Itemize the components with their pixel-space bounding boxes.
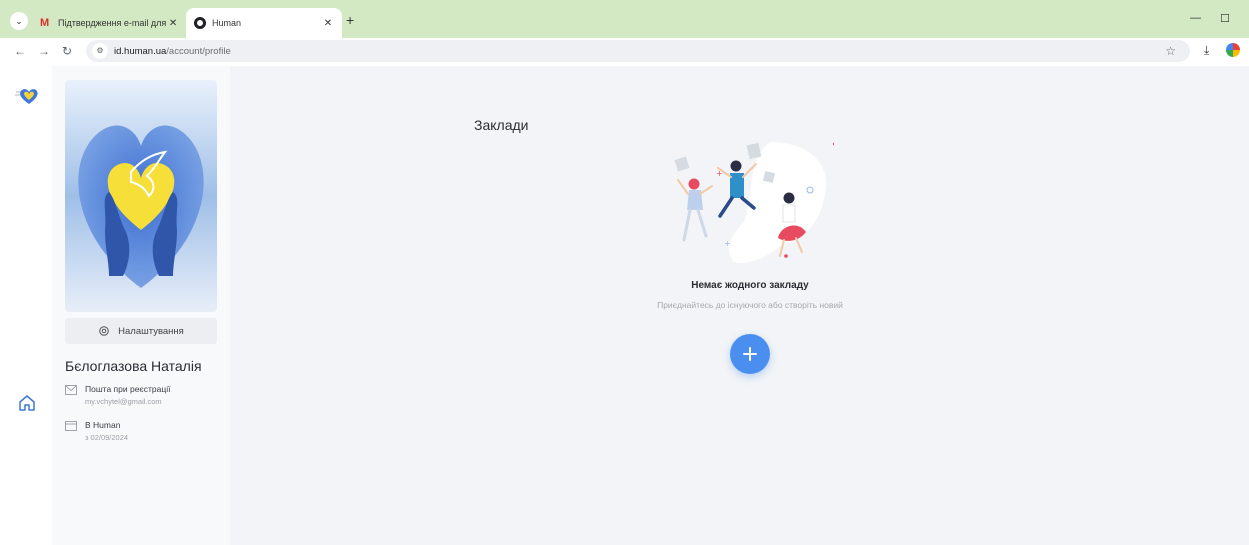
settings-label: Налаштування [118, 325, 184, 337]
close-tab-icon[interactable]: ✕ [166, 18, 180, 29]
joined-info: В Human з 02/09/2024 [65, 420, 128, 444]
human-favicon-icon [194, 17, 206, 29]
svg-text:+: + [724, 239, 731, 248]
plus-icon [743, 347, 757, 361]
tab-search-icon[interactable]: ⌄ [10, 12, 28, 30]
mail-icon [65, 385, 77, 395]
joined-value: з 02/09/2024 [85, 433, 129, 442]
forward-icon[interactable]: → [38, 43, 50, 59]
home-icon[interactable] [18, 394, 36, 412]
user-name: Бєлоглазова Наталія [65, 358, 202, 374]
address-bar[interactable]: ⚙ id.human.ua/account/profile ☆ [86, 40, 1190, 62]
settings-button[interactable]: Налаштування [65, 318, 217, 344]
url-path: /account/profile [166, 45, 231, 57]
tab-title: Human [212, 18, 242, 28]
profile-cover-image [65, 80, 217, 312]
joined-label: В Human [85, 420, 121, 430]
empty-state-subtitle: Приєднайтесь до існуючого або створіть н… [657, 300, 843, 310]
close-tab-icon[interactable]: ✕ [320, 18, 336, 29]
maximize-icon[interactable]: ☐ [1220, 12, 1230, 25]
page-title: Заклади [474, 117, 529, 133]
minimize-icon[interactable]: — [1190, 12, 1201, 24]
profile-panel: Налаштування Бєлоглазова Наталія Пошта п… [52, 66, 230, 545]
empty-state-illustration: + + [674, 142, 834, 263]
tab-human[interactable]: Human ✕ [186, 8, 342, 38]
email-info: Пошта при реєстрації my.vchytel@gmail.co… [65, 384, 171, 408]
main-content: Заклади + + Немає жодного закладу Приєдн… [230, 66, 1249, 545]
extension-logo-icon [1226, 43, 1240, 57]
url-host: id.human.ua [114, 45, 167, 57]
human-heart-logo-icon[interactable] [14, 86, 38, 106]
download-icon[interactable]: ⤓ [1204, 43, 1209, 57]
browser-tabstrip: ⌄ M Підтвердження e-mail для реє ✕ Human… [0, 0, 1249, 38]
email-label: Пошта при реєстрації [85, 384, 171, 394]
page: Налаштування Бєлоглазова Наталія Пошта п… [0, 66, 1249, 545]
gear-icon [99, 326, 109, 336]
empty-state-title: Немає жодного закладу [691, 280, 809, 291]
bookmark-star-icon[interactable]: ☆ [1165, 44, 1176, 58]
calendar-icon [65, 421, 77, 431]
site-info-icon[interactable]: ⚙ [92, 43, 108, 59]
tab-gmail[interactable]: M Підтвердження e-mail для реє ✕ [34, 8, 186, 38]
new-tab-icon[interactable]: + [346, 13, 354, 27]
add-institution-button[interactable] [730, 334, 770, 374]
extension-icon[interactable] [1226, 43, 1240, 57]
reload-icon[interactable]: ↻ [62, 43, 72, 59]
back-icon[interactable]: ← [14, 43, 26, 59]
gmail-icon: M [40, 17, 50, 29]
tab-title: Підтвердження e-mail для реє [58, 18, 167, 28]
browser-toolbar: ← → ↻ ⚙ id.human.ua/account/profile ☆ ⤓ [0, 38, 1249, 64]
email-value: my.vchytel@gmail.com [85, 397, 162, 406]
left-rail [0, 66, 52, 545]
